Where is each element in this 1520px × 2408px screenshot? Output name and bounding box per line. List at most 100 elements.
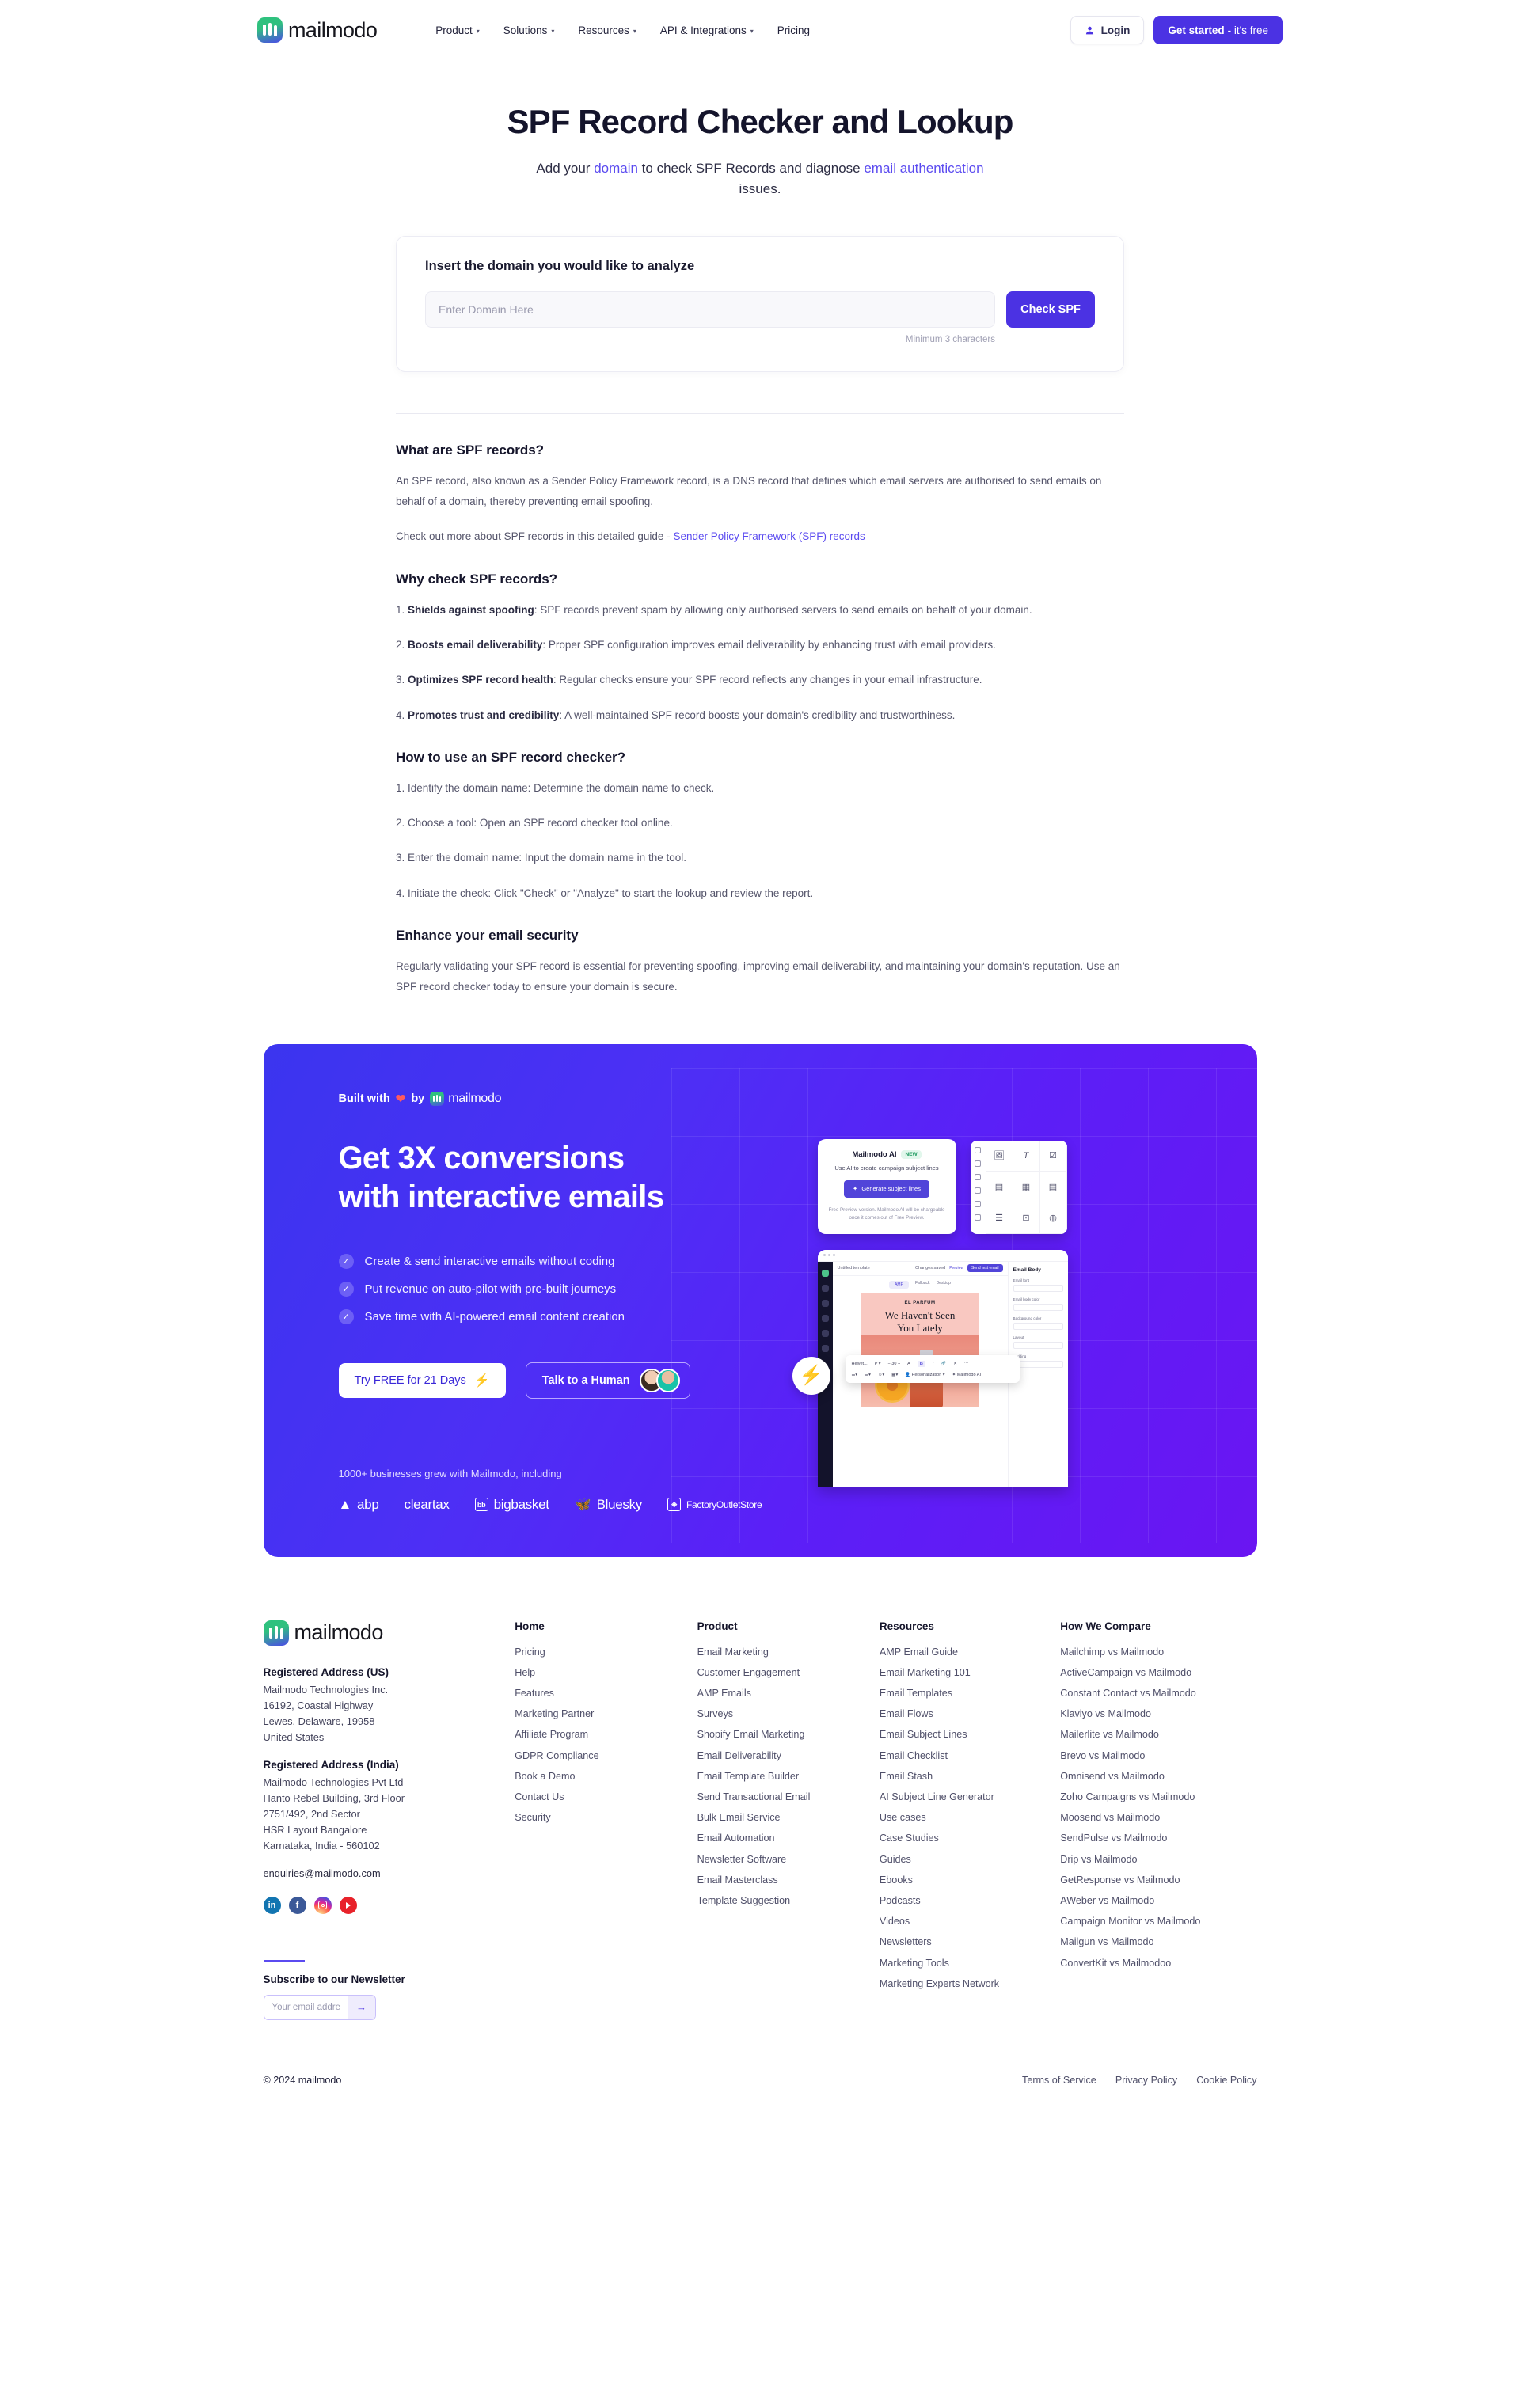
footer-link[interactable]: Security bbox=[515, 1812, 697, 1823]
talk-to-human-button[interactable]: Talk to a Human bbox=[525, 1362, 690, 1400]
footer-link[interactable]: Pricing bbox=[515, 1646, 697, 1658]
footer-link[interactable]: Videos bbox=[880, 1916, 1060, 1927]
footer-link[interactable]: Affiliate Program bbox=[515, 1729, 697, 1740]
footer-link[interactable]: Mailgun vs Mailmodo bbox=[1060, 1936, 1256, 1947]
footer-logo[interactable]: mailmodo bbox=[263, 1620, 515, 1646]
footer-link[interactable]: Case Studies bbox=[880, 1833, 1060, 1844]
footer-link[interactable]: ConvertKit vs Mailmodoo bbox=[1060, 1958, 1256, 1969]
terms-of-service-link[interactable]: Terms of Service bbox=[1022, 2075, 1096, 2086]
hero-section: SPF Record Checker and Lookup Add your d… bbox=[0, 60, 1520, 199]
footer-link[interactable]: Mailchimp vs Mailmodo bbox=[1060, 1646, 1256, 1658]
checkbox-block-icon: ☑ bbox=[1039, 1140, 1067, 1172]
linkedin-icon[interactable]: in bbox=[263, 1896, 281, 1914]
footer-link[interactable]: Brevo vs Mailmodo bbox=[1060, 1750, 1256, 1761]
footer-link[interactable]: AMP Email Guide bbox=[880, 1646, 1060, 1658]
footer-link[interactable]: Send Transactional Email bbox=[697, 1791, 880, 1802]
footer-link[interactable]: GDPR Compliance bbox=[515, 1750, 697, 1761]
heading-what-are-spf-records: What are SPF records? bbox=[396, 442, 545, 458]
footer-link[interactable]: Shopify Email Marketing bbox=[697, 1729, 880, 1740]
hero-subtitle: Add your domain to check SPF Records and… bbox=[522, 158, 998, 199]
footer-link[interactable]: ActiveCampaign vs Mailmodo bbox=[1060, 1667, 1256, 1678]
youtube-icon[interactable] bbox=[339, 1896, 357, 1914]
newsletter-email-input[interactable] bbox=[264, 1995, 348, 2019]
footer-link[interactable]: Use cases bbox=[880, 1812, 1060, 1823]
privacy-policy-link[interactable]: Privacy Policy bbox=[1115, 2075, 1177, 2086]
footer-link[interactable]: AI Subject Line Generator bbox=[880, 1791, 1060, 1802]
footer-link[interactable]: Help bbox=[515, 1667, 697, 1678]
footer-link[interactable]: Guides bbox=[880, 1854, 1060, 1865]
footer-link[interactable]: Email Templates bbox=[880, 1688, 1060, 1699]
footer-link[interactable]: Email Flows bbox=[880, 1708, 1060, 1719]
footer-link[interactable]: Mailerlite vs Mailmodo bbox=[1060, 1729, 1256, 1740]
footer-link[interactable]: Marketing Tools bbox=[880, 1958, 1060, 1969]
brand-logo-cleartax: cleartax bbox=[405, 1497, 450, 1513]
nav-label: API & Integrations bbox=[659, 24, 747, 36]
footer-link[interactable]: AWeber vs Mailmodo bbox=[1060, 1895, 1256, 1906]
footer-link[interactable]: Omnisend vs Mailmodo bbox=[1060, 1771, 1256, 1782]
domain-input[interactable] bbox=[425, 291, 995, 328]
wheel-block-icon: ◍ bbox=[1039, 1202, 1067, 1234]
login-button[interactable]: Login bbox=[1070, 16, 1145, 44]
footer-link[interactable]: Email Template Builder bbox=[697, 1771, 880, 1782]
footer-link[interactable]: GetResponse vs Mailmodo bbox=[1060, 1874, 1256, 1886]
nav-label: Resources bbox=[578, 24, 629, 36]
sidebar-icon bbox=[821, 1329, 829, 1337]
footer-link[interactable]: Bulk Email Service bbox=[697, 1812, 880, 1823]
footer-link[interactable]: Email Deliverability bbox=[697, 1750, 880, 1761]
nav-item-resources[interactable]: Resources ▾ bbox=[578, 25, 636, 36]
newsletter-submit-button[interactable]: → bbox=[347, 1995, 375, 2019]
panel-layout-label: Layout bbox=[1013, 1335, 1024, 1339]
copyright-text: © 2024 mailmodo bbox=[263, 2074, 342, 2086]
footer-link[interactable]: Newsletters bbox=[880, 1936, 1060, 1947]
footer-link[interactable]: AMP Emails bbox=[697, 1688, 880, 1699]
contact-email[interactable]: enquiries@mailmodo.com bbox=[264, 1867, 515, 1879]
logo-mailmodo[interactable]: mailmodo bbox=[257, 17, 378, 43]
footer-link[interactable]: Drip vs Mailmodo bbox=[1060, 1854, 1256, 1865]
footer-link[interactable]: Features bbox=[515, 1688, 697, 1699]
cookie-policy-link[interactable]: Cookie Policy bbox=[1196, 2075, 1256, 2086]
promo-feature-item: ✓ Create & send interactive emails withou… bbox=[338, 1254, 782, 1270]
footer-link[interactable]: Book a Demo bbox=[515, 1771, 697, 1782]
new-badge: NEW bbox=[901, 1149, 922, 1159]
facebook-icon[interactable]: f bbox=[288, 1896, 306, 1914]
nav-item-api-integrations[interactable]: API & Integrations ▾ bbox=[660, 25, 754, 36]
panel-body-color-field bbox=[1013, 1303, 1063, 1311]
footer-link[interactable]: Email Automation bbox=[697, 1833, 880, 1844]
footer-link[interactable]: Email Subject Lines bbox=[880, 1729, 1060, 1740]
promo-logo: mailmodo bbox=[430, 1091, 502, 1106]
footer-link[interactable]: Template Suggestion bbox=[697, 1895, 880, 1906]
footer-link[interactable]: Contact Us bbox=[515, 1791, 697, 1802]
footer-link[interactable]: Newsletter Software bbox=[697, 1854, 880, 1865]
footer-link[interactable]: Surveys bbox=[697, 1708, 880, 1719]
footer-link[interactable]: Zoho Campaigns vs Mailmodo bbox=[1060, 1791, 1256, 1802]
promo-heading-line2: with interactive emails bbox=[338, 1179, 664, 1214]
footer-link[interactable]: Email Masterclass bbox=[697, 1874, 880, 1886]
hero-link-domain[interactable]: domain bbox=[594, 161, 638, 176]
footer-link[interactable]: Email Stash bbox=[880, 1771, 1060, 1782]
footer-link[interactable]: Email Checklist bbox=[880, 1750, 1060, 1761]
nav-item-pricing[interactable]: Pricing bbox=[777, 25, 810, 36]
footer-link[interactable]: Marketing Experts Network bbox=[880, 1978, 1060, 1989]
footer-link[interactable]: Marketing Partner bbox=[515, 1708, 697, 1719]
footer-link[interactable]: Constant Contact vs Mailmodo bbox=[1060, 1688, 1256, 1699]
footer-link[interactable]: Customer Engagement bbox=[697, 1667, 880, 1678]
link-spf-guide[interactable]: Sender Policy Framework (SPF) records bbox=[673, 530, 864, 542]
nav-item-product[interactable]: Product ▾ bbox=[435, 25, 480, 36]
user-icon bbox=[1085, 26, 1093, 34]
footer-link[interactable]: SendPulse vs Mailmodo bbox=[1060, 1833, 1256, 1844]
hero-link-email-auth[interactable]: email authentication bbox=[864, 161, 983, 176]
footer-link[interactable]: Email Marketing 101 bbox=[880, 1667, 1060, 1678]
try-free-button[interactable]: Try FREE for 21 Days ⚡ bbox=[338, 1363, 506, 1399]
footer-link[interactable]: Campaign Monitor vs Mailmodo bbox=[1060, 1916, 1256, 1927]
nav-item-solutions[interactable]: Solutions ▾ bbox=[504, 25, 555, 36]
footer-link[interactable]: Klaviyo vs Mailmodo bbox=[1060, 1708, 1256, 1719]
footer-link[interactable]: Email Marketing bbox=[697, 1646, 880, 1658]
footer-link[interactable]: Podcasts bbox=[880, 1895, 1060, 1906]
chevron-down-icon: ▾ bbox=[551, 27, 555, 35]
footer-link[interactable]: Moosend vs Mailmodo bbox=[1060, 1812, 1256, 1823]
footer-link[interactable]: Ebooks bbox=[880, 1874, 1060, 1886]
check-spf-button[interactable]: Check SPF bbox=[1006, 291, 1095, 328]
get-started-button[interactable]: Get started - it's free bbox=[1153, 16, 1282, 44]
instagram-icon[interactable] bbox=[314, 1896, 332, 1914]
editor-view-tabs: AMP Fallback Desktop bbox=[833, 1276, 1008, 1293]
